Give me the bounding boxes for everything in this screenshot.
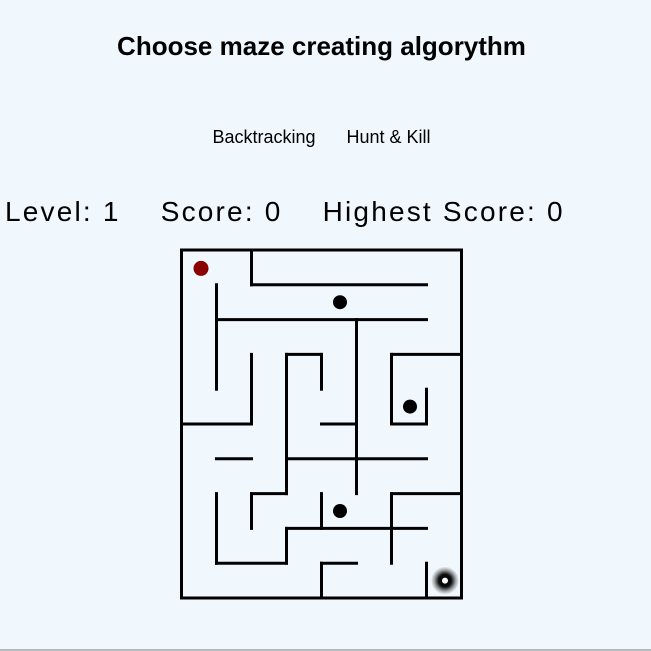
- algorithm-selector: Backtracking Hunt & Kill: [0, 127, 643, 148]
- highest-score-stat: Highest Score: 0: [323, 196, 565, 228]
- score-value: 0: [264, 196, 283, 227]
- coin-dot: [333, 504, 347, 518]
- page-title: Choose maze creating algorythm: [117, 31, 526, 61]
- maze-board[interactable]: [180, 248, 463, 600]
- score-label: Score:: [160, 196, 255, 227]
- backtracking-button[interactable]: Backtracking: [212, 127, 315, 148]
- highest-score-value: 0: [547, 196, 565, 227]
- coin-dot: [403, 399, 417, 414]
- highest-score-label: Highest Score:: [322, 196, 538, 227]
- level-value: 1: [102, 196, 121, 227]
- player-dot[interactable]: [193, 260, 209, 276]
- score-stat: Score: 0: [161, 196, 283, 228]
- maze-canvas[interactable]: [180, 248, 463, 600]
- coin-dot: [333, 295, 347, 310]
- level-label: Level:: [5, 196, 93, 227]
- goal-center: [442, 577, 448, 584]
- level-stat: Level: 1: [5, 196, 121, 228]
- stats-bar: Level: 1 Score: 0 Highest Score: 0: [5, 196, 565, 228]
- hunt-and-kill-button[interactable]: Hunt & Kill: [347, 127, 431, 148]
- maze-walls: [180, 248, 463, 600]
- maze-items: [193, 260, 459, 595]
